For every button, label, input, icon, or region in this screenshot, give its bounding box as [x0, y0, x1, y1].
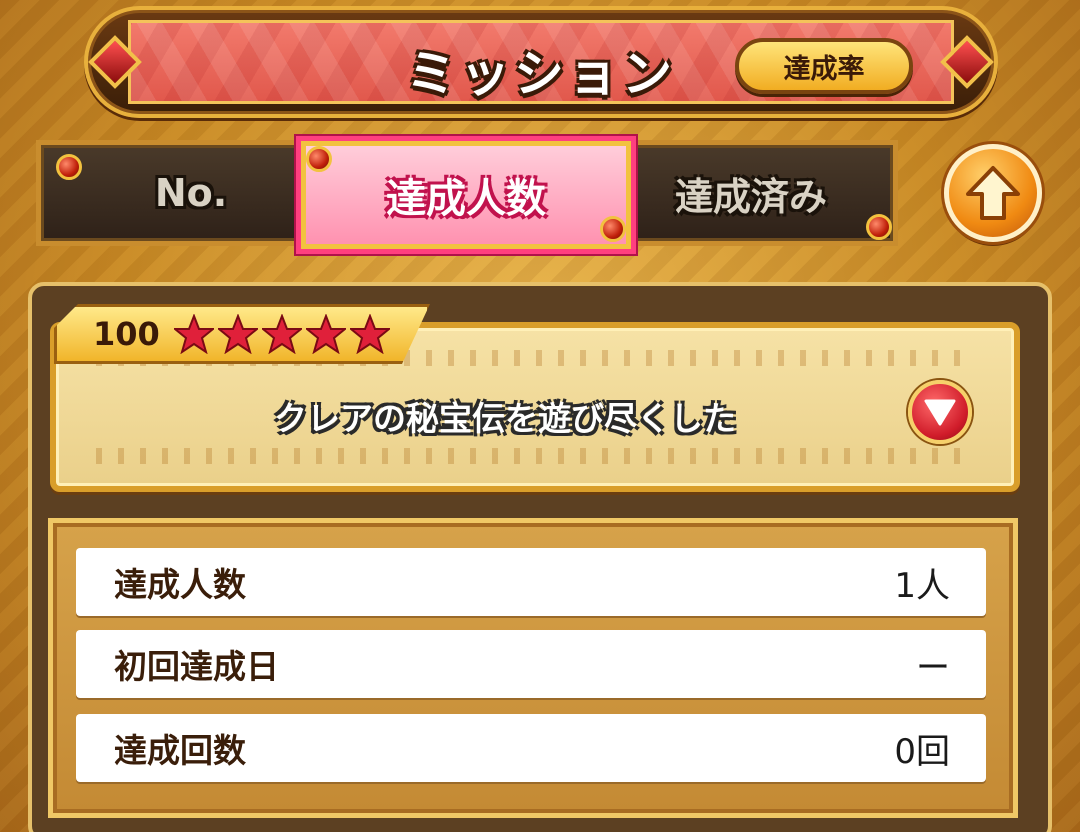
- star-icon: [306, 314, 346, 354]
- orb-icon: [866, 214, 892, 240]
- hieroglyph-decoration: [96, 448, 974, 464]
- tab-completed[interactable]: 達成済み: [611, 145, 891, 241]
- tab-number[interactable]: No.: [81, 145, 301, 241]
- mission-level-badge: 100: [54, 304, 430, 364]
- achievement-rate-button[interactable]: 達成率: [735, 38, 913, 94]
- stat-row-first-date: 初回達成日 ー: [76, 630, 986, 698]
- arrow-up-icon: [966, 166, 1020, 220]
- stat-value: 1人: [894, 565, 950, 606]
- orb-icon: [600, 216, 626, 242]
- orb-icon: [56, 154, 82, 180]
- orb-icon: [306, 146, 332, 172]
- header-banner: ミッション 達成率: [84, 6, 998, 118]
- scroll-top-button[interactable]: [944, 144, 1042, 242]
- expand-button[interactable]: [908, 380, 972, 444]
- stat-value: ー: [916, 647, 950, 688]
- star-icon: [218, 314, 258, 354]
- star-icon: [350, 314, 390, 354]
- stat-label: 初回達成日: [114, 647, 279, 686]
- stat-label: 達成回数: [114, 731, 246, 770]
- stat-label: 達成人数: [114, 565, 246, 604]
- star-icon: [262, 314, 302, 354]
- mission-title: クレアの秘宝伝を遊び尽くした: [274, 399, 736, 438]
- stat-row-achievers: 達成人数 1人: [76, 548, 986, 616]
- stat-value: 0回: [894, 731, 950, 772]
- mission-level: 100: [93, 315, 160, 353]
- star-icon: [174, 314, 214, 354]
- tab-achievers[interactable]: 達成人数: [296, 136, 636, 254]
- stat-row-count: 達成回数 0回: [76, 714, 986, 782]
- triangle-down-icon: [924, 399, 956, 426]
